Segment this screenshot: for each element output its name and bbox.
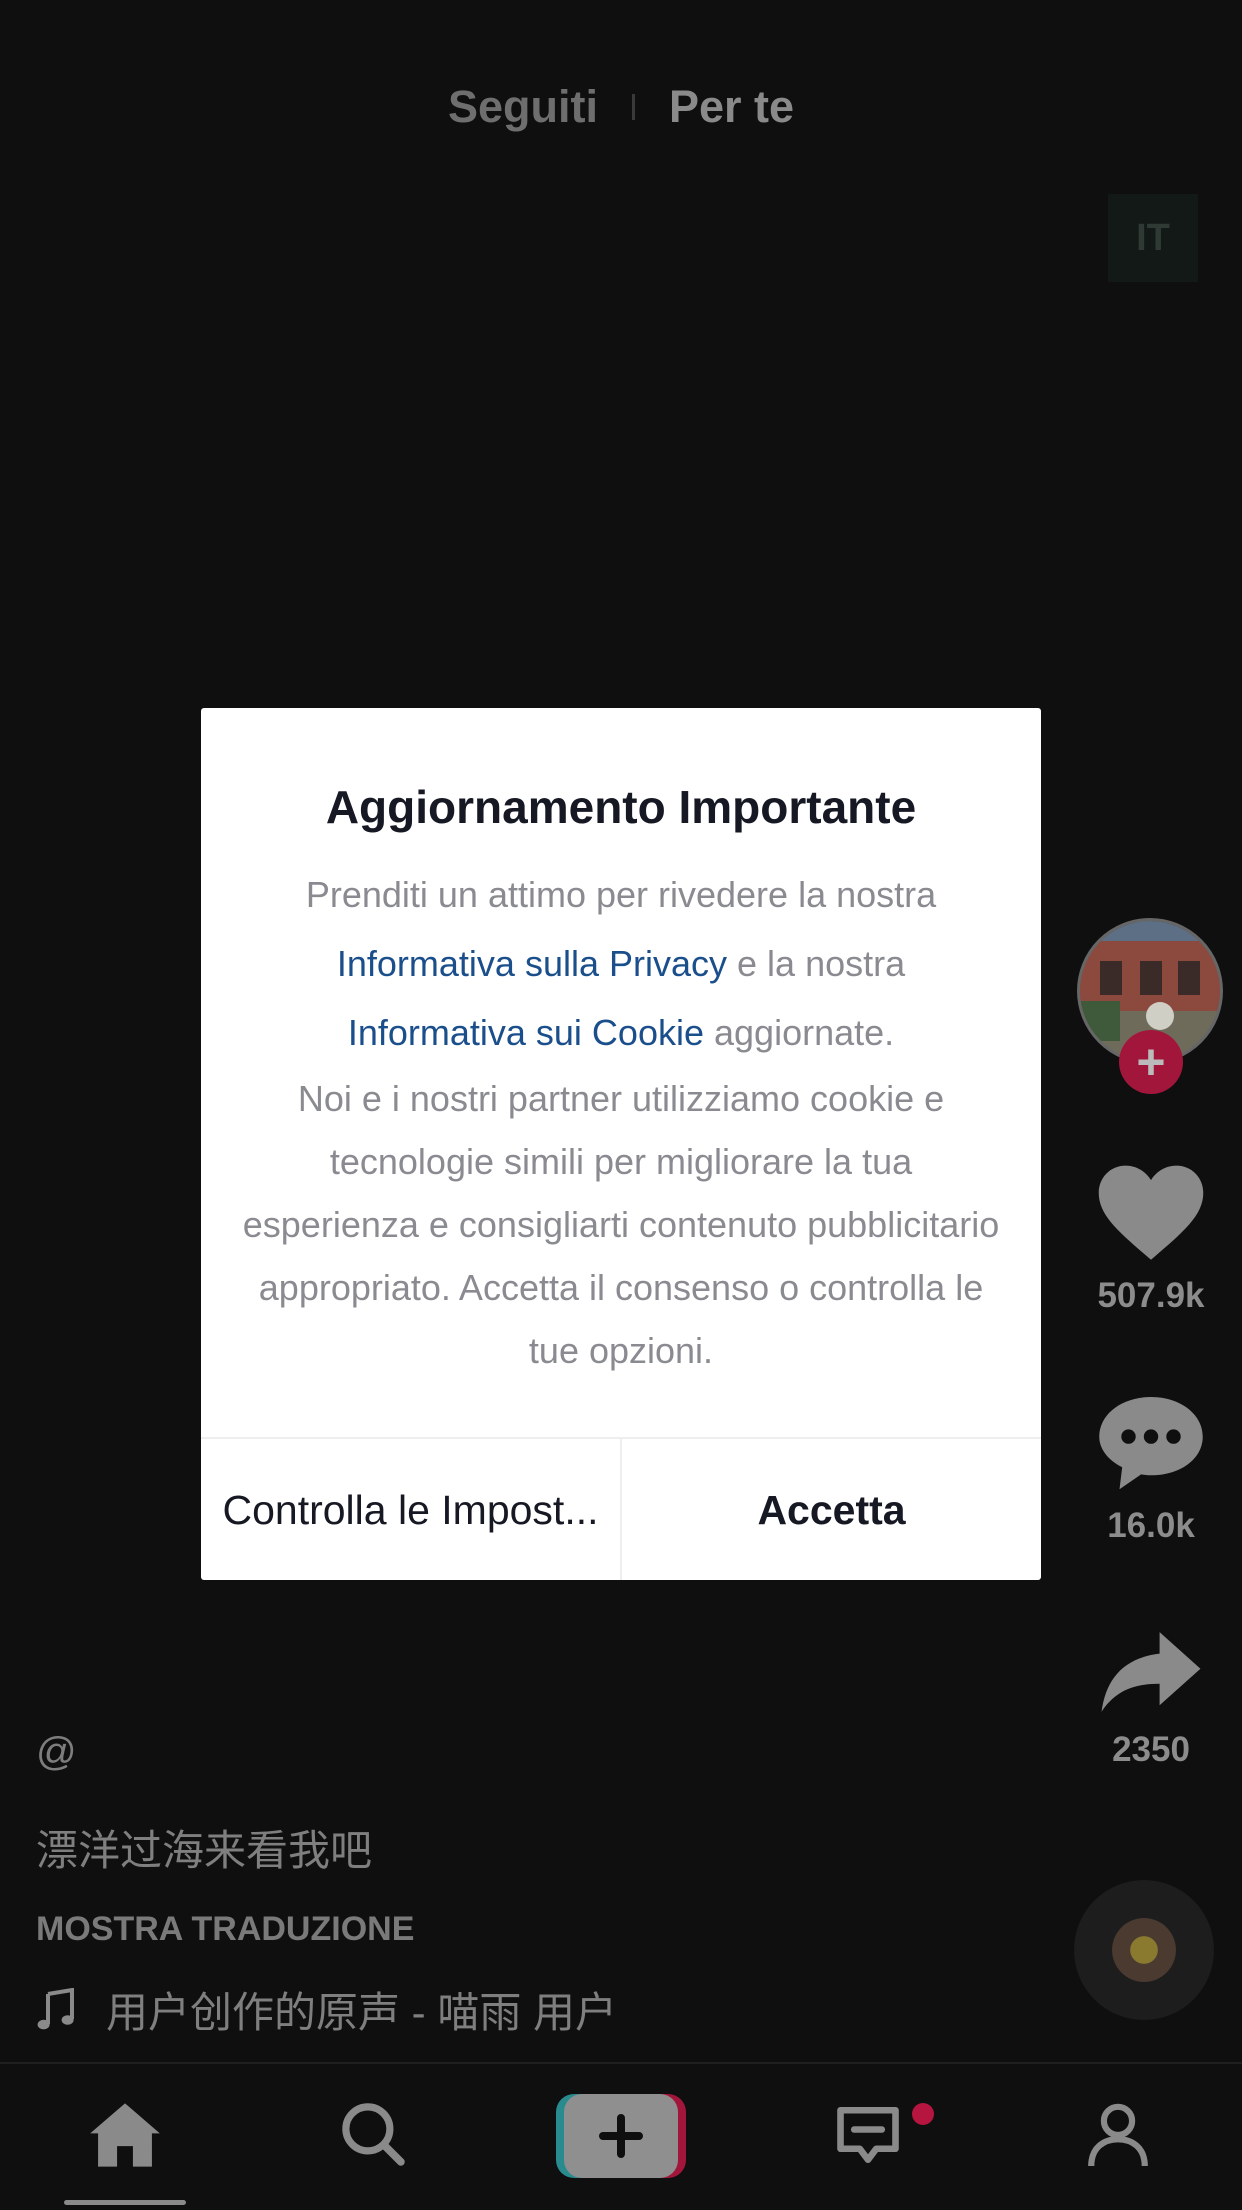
active-tab-indicator <box>64 2200 186 2205</box>
like-action[interactable]: 507.9k <box>1076 1162 1226 1316</box>
dialog-title: Aggiornamento Importante <box>325 781 917 833</box>
nav-discover[interactable] <box>322 2100 422 2180</box>
show-translation-link[interactable]: MOSTRA TRADUZIONE <box>36 1910 936 1949</box>
dialog-end-text: aggiornate. <box>704 1012 895 1053</box>
dialog-message: Prenditi un attimo per rivedere la nostr… <box>241 860 1001 1382</box>
inbox-icon <box>837 2106 899 2164</box>
nav-profile[interactable] <box>1068 2100 1168 2180</box>
music-disc-cover <box>1112 1918 1176 1982</box>
comment-count: 16.0k <box>1107 1506 1195 1545</box>
dialog-mid-text: e la nostra <box>727 943 906 984</box>
dialog-consent-text: Noi e i nostri partner utilizziamo cooki… <box>242 1078 1000 1371</box>
privacy-policy-link[interactable]: Informativa sulla Privacy <box>337 943 727 984</box>
privacy-update-dialog: Aggiornamento Importante Prenditi un att… <box>201 708 1041 1580</box>
manage-settings-button[interactable]: Controlla le Impost... <box>201 1439 620 1580</box>
accept-button[interactable]: Accetta <box>622 1439 1041 1580</box>
cookie-policy-link[interactable]: Informativa sui Cookie <box>348 1012 704 1053</box>
dialog-actions: Controlla le Impost... Accetta <box>201 1437 1041 1580</box>
search-icon <box>342 2103 405 2166</box>
nav-home[interactable] <box>75 2100 175 2180</box>
feed-tabs: Seguiti Per te <box>0 72 1242 142</box>
music-title: 用户创作的原声 - 喵雨 用户 <box>106 1989 617 2036</box>
music-row[interactable]: 用户创作的原声 - 喵雨 用户 <box>36 1979 936 2040</box>
language-badge[interactable]: IT <box>1108 194 1198 282</box>
video-feed[interactable]: Seguiti Per te IT + 507.9k 16.0k 2350 @ … <box>0 0 1242 2210</box>
creator-avatar[interactable]: + <box>1077 918 1223 1094</box>
tab-divider <box>631 94 635 120</box>
caption-text: 漂洋过海来看我吧 <box>36 1827 373 1874</box>
home-icon <box>90 2103 160 2167</box>
dialog-intro: Prenditi un attimo per rivedere la nostr… <box>305 874 937 915</box>
tab-following[interactable]: Seguiti <box>448 81 598 133</box>
share-icon <box>1101 1632 1201 1712</box>
inbox-notification-dot <box>912 2103 934 2125</box>
tab-for-you[interactable]: Per te <box>669 81 794 133</box>
create-button[interactable] <box>556 2094 686 2178</box>
create-icon <box>556 2094 686 2178</box>
comment-icon <box>1099 1397 1203 1490</box>
heart-icon <box>1098 1165 1204 1260</box>
nav-inbox[interactable] <box>818 2100 918 2180</box>
video-caption: @ 漂洋过海来看我吧 MOSTRA TRADUZIONE 用户创作的原声 - 喵… <box>36 1730 936 2040</box>
comment-action[interactable]: 16.0k <box>1076 1392 1226 1546</box>
music-note-icon <box>37 1987 74 2029</box>
share-action[interactable]: 2350 <box>1076 1630 1226 1770</box>
like-count: 507.9k <box>1097 1276 1205 1315</box>
music-disc[interactable] <box>1074 1880 1214 2020</box>
follow-button[interactable]: + <box>1119 1030 1183 1094</box>
profile-icon <box>1088 2103 1148 2167</box>
share-count: 2350 <box>1112 1730 1190 1769</box>
creator-username[interactable]: @ <box>36 1730 936 1775</box>
